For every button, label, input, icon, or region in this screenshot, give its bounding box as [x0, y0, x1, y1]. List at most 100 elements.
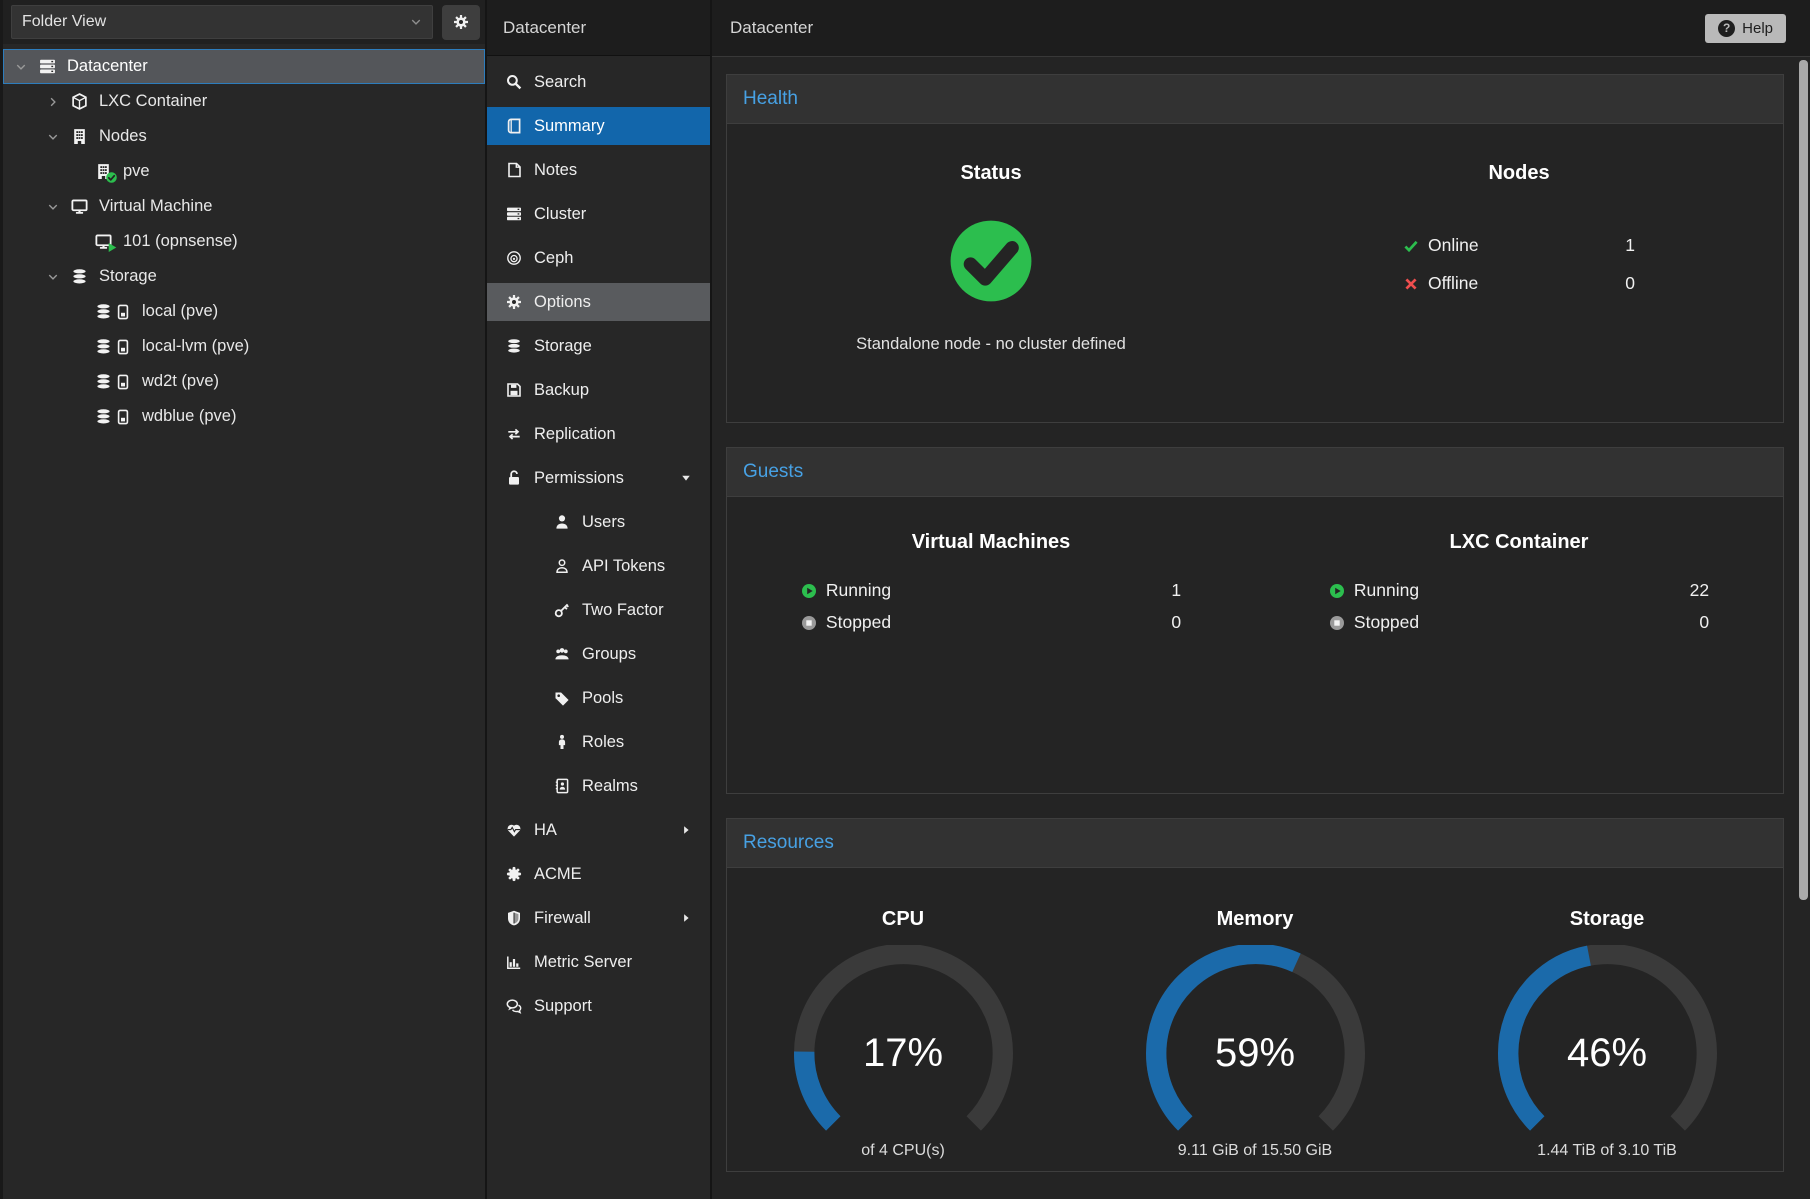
menu-item-label: Groups — [582, 645, 636, 664]
menu-item-label: Permissions — [534, 469, 624, 488]
cpu-gauge-sublabel: of 4 CPU(s) — [861, 1142, 945, 1160]
chevron-down-icon[interactable] — [47, 201, 63, 213]
play-badge-icon — [107, 242, 118, 253]
menu-item-firewall[interactable]: Firewall — [487, 899, 710, 937]
menu-item-permissions[interactable]: Permissions — [487, 459, 710, 497]
health-panel: Health Status Standalone node - no clust… — [726, 74, 1784, 423]
vm-stats: Running 1 Stopped 0 — [801, 580, 1181, 633]
tree-item-storage-wdblue[interactable]: wdblue (pve) — [3, 399, 485, 434]
menu-item-acme[interactable]: ACME — [487, 855, 710, 893]
database-icon — [95, 408, 112, 425]
menu-item-summary[interactable]: Summary — [487, 107, 710, 145]
tree-item-label: 101 (opnsense) — [123, 232, 238, 251]
chevron-down-icon[interactable] — [47, 131, 63, 143]
menu-item-groups[interactable]: Groups — [487, 635, 710, 673]
database-icon — [71, 268, 88, 285]
view-mode-select[interactable]: Folder View — [11, 5, 433, 39]
cross-icon — [1403, 276, 1419, 292]
database-icon — [95, 303, 112, 320]
play-circle-icon — [801, 583, 817, 599]
resources-panel: Resources CPU 17% of 4 CPU(s) — [726, 818, 1784, 1172]
help-button-label: Help — [1742, 20, 1773, 37]
tree-item-storage-wd2t[interactable]: wd2t (pve) — [3, 364, 485, 399]
menu-item-label: Roles — [582, 733, 624, 752]
chevron-down-icon[interactable] — [15, 61, 31, 73]
menu-item-pools[interactable]: Pools — [487, 679, 710, 717]
menu-item-users[interactable]: Users — [487, 503, 710, 541]
tree-item-nodes[interactable]: Nodes — [3, 119, 485, 154]
menu-item-label: Firewall — [534, 909, 591, 928]
tree-item-storage[interactable]: Storage — [3, 259, 485, 294]
exchange-arrows-icon — [503, 426, 524, 442]
note-icon — [503, 162, 524, 178]
menu-item-options[interactable]: Options — [487, 283, 710, 321]
menu-item-label: Search — [534, 73, 586, 92]
storage-gauge-sublabel: 1.44 TiB of 3.10 TiB — [1537, 1142, 1677, 1160]
lxc-running-row: Running 22 — [1329, 580, 1709, 601]
chevron-down-icon[interactable] — [47, 271, 63, 283]
stopped-label: Stopped — [1354, 612, 1419, 633]
menu-item-label: Two Factor — [582, 601, 664, 620]
memory-gauge: 59% — [1128, 945, 1383, 1136]
menu-item-api-tokens[interactable]: API Tokens — [487, 547, 710, 585]
memory-gauge-sublabel: 9.11 GiB of 15.50 GiB — [1178, 1142, 1332, 1160]
menu-item-two-factor[interactable]: Two Factor — [487, 591, 710, 629]
menu-item-cluster[interactable]: Cluster — [487, 195, 710, 233]
chevron-right-icon[interactable] — [47, 96, 63, 108]
cpu-gauge-value: 17% — [776, 1031, 1031, 1076]
tree-item-vm-101[interactable]: 101 (opnsense) — [3, 224, 485, 259]
vm-running-value: 1 — [1171, 580, 1181, 601]
menu-item-roles[interactable]: Roles — [487, 723, 710, 761]
menu-item-support[interactable]: Support — [487, 987, 710, 1025]
drive-icon — [115, 304, 131, 320]
person-icon — [551, 734, 572, 750]
check-icon — [1403, 238, 1419, 254]
menu-item-label: API Tokens — [582, 557, 665, 576]
chevron-down-icon — [410, 16, 422, 28]
menu-item-realms[interactable]: Realms — [487, 767, 710, 805]
user-icon — [551, 514, 572, 530]
vertical-scrollbar[interactable] — [1799, 60, 1808, 1195]
tree-item-pve[interactable]: pve — [3, 154, 485, 189]
menu-item-label: Users — [582, 513, 625, 532]
tree-item-storage-local[interactable]: local (pve) — [3, 294, 485, 329]
main-content: Datacenter ? Help Health Status Standalo… — [712, 0, 1810, 1199]
menu-item-backup[interactable]: Backup — [487, 371, 710, 409]
key-icon — [551, 602, 572, 618]
nodes-column: Nodes Online 1 Offline 0 — [1255, 162, 1783, 422]
menu-item-ceph[interactable]: Ceph — [487, 239, 710, 277]
tree-item-label: local-lvm (pve) — [142, 337, 249, 356]
drive-icon — [115, 374, 131, 390]
tree-item-lxc-container[interactable]: LXC Container — [3, 84, 485, 119]
storage-gauge: 46% — [1480, 945, 1735, 1136]
stop-circle-icon — [801, 615, 817, 631]
tree-settings-button[interactable] — [442, 5, 480, 40]
comments-icon — [503, 998, 524, 1014]
running-label: Running — [826, 580, 891, 601]
menu-item-label: Realms — [582, 777, 638, 796]
menu-item-replication[interactable]: Replication — [487, 415, 710, 453]
tree-item-storage-local-lvm[interactable]: local-lvm (pve) — [3, 329, 485, 364]
shield-icon — [503, 910, 524, 926]
menu-item-label: Summary — [534, 117, 605, 136]
scrollbar-thumb[interactable] — [1799, 60, 1808, 900]
proxmox-app: Folder View Datacenter LXC Container — [0, 0, 1810, 1199]
menu-item-storage[interactable]: Storage — [487, 327, 710, 365]
tree-item-virtual-machine[interactable]: Virtual Machine — [3, 189, 485, 224]
content-header: Datacenter ? Help — [712, 0, 1810, 56]
offline-label: Offline — [1428, 273, 1478, 294]
cpu-gauge-column: CPU 17% of 4 CPU(s) — [727, 908, 1079, 1171]
tree-toolbar: Folder View — [3, 0, 485, 44]
user-outline-icon — [551, 558, 572, 574]
menu-item-ha[interactable]: HA — [487, 811, 710, 849]
drive-icon — [115, 409, 131, 425]
menu-item-metric-server[interactable]: Metric Server — [487, 943, 710, 981]
help-button[interactable]: ? Help — [1705, 14, 1786, 43]
menu-item-notes[interactable]: Notes — [487, 151, 710, 189]
tree-item-label: Datacenter — [67, 57, 148, 76]
tree-item-label: wd2t (pve) — [142, 372, 219, 391]
tree-item-datacenter[interactable]: Datacenter — [3, 49, 485, 84]
menu-item-search[interactable]: Search — [487, 63, 710, 101]
nodes-stats: Online 1 Offline 0 — [1403, 235, 1635, 294]
menu-item-label: Cluster — [534, 205, 586, 224]
